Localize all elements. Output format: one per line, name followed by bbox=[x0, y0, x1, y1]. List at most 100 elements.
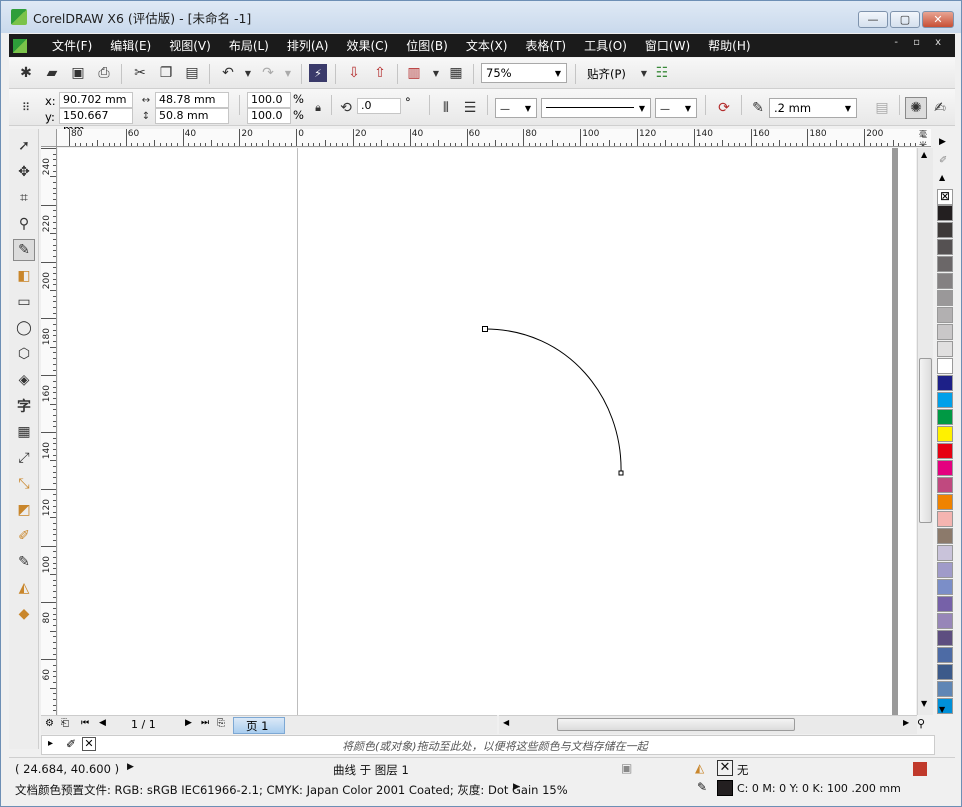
launcher-dropdown-icon[interactable]: ▼ bbox=[427, 64, 445, 82]
mirror-vertical-icon[interactable]: ☰ bbox=[461, 99, 479, 117]
shape-tool-icon[interactable]: ✥ bbox=[13, 161, 35, 183]
color-profile-info[interactable]: 文档颜色预置文件: RGB: sRGB IEC61966-2.1; CMYK: … bbox=[15, 782, 568, 798]
expand-icon[interactable]: ▶ bbox=[127, 762, 134, 772]
ruler-origin[interactable] bbox=[41, 129, 57, 147]
dimension-tool-icon[interactable]: ⤢ bbox=[13, 447, 35, 469]
no-fill-icon[interactable]: ✕ bbox=[717, 760, 733, 776]
no-color-swatch[interactable]: ⊠ bbox=[937, 189, 953, 205]
zoom-tool-icon[interactable]: ⚲ bbox=[13, 213, 35, 235]
no-color-swatch[interactable]: ✕ bbox=[82, 737, 96, 751]
first-page-icon[interactable]: ⏮ bbox=[81, 718, 89, 728]
curve-start-node[interactable] bbox=[482, 326, 488, 332]
color-swatch[interactable] bbox=[937, 579, 953, 595]
chevron-down-icon[interactable]: ▼ bbox=[552, 66, 564, 80]
scroll-left-icon[interactable]: ◀ bbox=[503, 718, 509, 727]
add-page-before-icon[interactable]: ⎗ bbox=[61, 718, 69, 729]
menu-edit[interactable]: 编辑(E) bbox=[101, 37, 160, 54]
last-page-icon[interactable]: ⏭ bbox=[201, 718, 209, 728]
color-swatch[interactable] bbox=[937, 426, 953, 442]
palette-menu-icon[interactable]: ▸ bbox=[48, 738, 53, 749]
display-icon[interactable]: ▣ bbox=[621, 761, 632, 775]
undo-icon[interactable]: ↶ bbox=[219, 64, 237, 82]
color-swatch[interactable] bbox=[937, 511, 953, 527]
menu-tools[interactable]: 工具(O) bbox=[575, 37, 636, 54]
table-tool-icon[interactable]: ▦ bbox=[13, 421, 35, 443]
height-field[interactable]: 50.8 mm bbox=[155, 108, 229, 124]
chevron-down-icon[interactable]: ▼ bbox=[682, 101, 694, 115]
palette-down-icon[interactable]: ▼ bbox=[939, 705, 945, 714]
search-content-icon[interactable]: ⚡ bbox=[309, 64, 327, 82]
lock-ratio-icon[interactable]: 🔒︎ bbox=[309, 99, 327, 117]
snap-to-button[interactable]: 贴齐(P) bbox=[587, 66, 626, 82]
close-button[interactable]: ✕ bbox=[922, 11, 954, 28]
color-swatch[interactable] bbox=[937, 460, 953, 476]
blend-tool-icon[interactable]: ◩ bbox=[13, 499, 35, 521]
menu-arrange[interactable]: 排列(A) bbox=[278, 37, 338, 54]
close-curve-icon[interactable]: ⟳ bbox=[715, 99, 733, 117]
scroll-right-icon[interactable]: ▶ bbox=[903, 718, 909, 727]
line-style-select[interactable]: ▼ bbox=[541, 98, 651, 118]
color-swatch[interactable] bbox=[937, 443, 953, 459]
new-icon[interactable]: ✱ bbox=[17, 64, 35, 82]
curve-object[interactable] bbox=[484, 328, 622, 474]
pick-tool-icon[interactable]: ➚ bbox=[13, 135, 35, 157]
scroll-down-icon[interactable]: ▼ bbox=[921, 699, 927, 708]
zoom-level-select[interactable]: 75% ▼ bbox=[481, 63, 567, 83]
color-swatch[interactable] bbox=[937, 545, 953, 561]
menu-window[interactable]: 窗口(W) bbox=[636, 37, 699, 54]
pen-tool-icon[interactable]: ✎ bbox=[13, 239, 35, 261]
add-page-after-icon[interactable]: ⎘ bbox=[217, 718, 225, 729]
color-swatch[interactable] bbox=[937, 307, 953, 323]
redo-dropdown-icon[interactable]: ▼ bbox=[279, 64, 297, 82]
color-swatch[interactable] bbox=[937, 494, 953, 510]
menu-table[interactable]: 表格(T) bbox=[516, 37, 575, 54]
smart-fill-icon[interactable]: ◧ bbox=[13, 265, 35, 287]
menu-file[interactable]: 文件(F) bbox=[43, 37, 101, 54]
start-arrowhead-select[interactable]: — ▼ bbox=[495, 98, 537, 118]
wrap-text-icon[interactable]: ▤ bbox=[873, 99, 891, 117]
color-swatch[interactable] bbox=[937, 375, 953, 391]
color-swatch[interactable] bbox=[937, 477, 953, 493]
zoom-navigator-icon[interactable]: ⚲ bbox=[917, 717, 925, 730]
vertical-scroll-thumb[interactable] bbox=[919, 358, 932, 523]
interactive-fill-icon[interactable]: ◆ bbox=[13, 603, 35, 625]
outline-width-select[interactable]: .2 mm ▼ bbox=[769, 98, 857, 118]
basic-shapes-icon[interactable]: ◈ bbox=[13, 369, 35, 391]
import-icon[interactable]: ⇩ bbox=[345, 64, 363, 82]
menu-layout[interactable]: 布局(L) bbox=[220, 37, 278, 54]
color-swatch[interactable] bbox=[937, 528, 953, 544]
maximize-button[interactable]: ▢ bbox=[890, 11, 920, 28]
color-swatch[interactable] bbox=[937, 409, 953, 425]
horizontal-scroll-thumb[interactable] bbox=[557, 718, 795, 731]
paste-icon[interactable]: ▤ bbox=[183, 64, 201, 82]
x-position-field[interactable]: 90.702 mm bbox=[59, 92, 133, 108]
color-swatch[interactable] bbox=[937, 392, 953, 408]
user-icon[interactable] bbox=[913, 762, 927, 776]
document-window-controls[interactable]: - ▫ x bbox=[894, 37, 947, 48]
color-swatch[interactable] bbox=[937, 596, 953, 612]
next-page-icon[interactable]: ▶ bbox=[185, 718, 192, 728]
previous-page-icon[interactable]: ◀ bbox=[99, 718, 106, 728]
color-swatch[interactable] bbox=[937, 562, 953, 578]
ellipse-tool-icon[interactable]: ◯ bbox=[13, 317, 35, 339]
snap-dropdown-icon[interactable]: ▼ bbox=[635, 64, 653, 82]
document-palette[interactable]: ▸ ✐ ✕ 将颜色(或对象)拖动至此处，以便将这些颜色与文档存储在一起 bbox=[41, 735, 935, 755]
cut-icon[interactable]: ✂ bbox=[131, 64, 149, 82]
fill-tool-icon[interactable]: ◭ bbox=[13, 577, 35, 599]
drawing-canvas[interactable] bbox=[58, 148, 916, 715]
eyedropper-icon[interactable]: ✐ bbox=[66, 737, 76, 751]
scale-y-field[interactable]: 100.0 bbox=[247, 108, 291, 124]
page-tab[interactable]: 页 1 bbox=[233, 717, 285, 734]
color-swatch[interactable] bbox=[937, 205, 953, 221]
page-options-icon[interactable]: ⚙ bbox=[45, 718, 54, 729]
eyedropper-tool-icon[interactable]: ✐ bbox=[13, 525, 35, 547]
color-swatch[interactable] bbox=[937, 341, 953, 357]
color-swatch[interactable] bbox=[937, 256, 953, 272]
outline-tool-icon[interactable]: ✎ bbox=[13, 551, 35, 573]
color-swatch[interactable] bbox=[937, 664, 953, 680]
palette-scroll-up-icon[interactable]: ▶ bbox=[939, 137, 946, 147]
menu-effects[interactable]: 效果(C) bbox=[337, 37, 397, 54]
menu-view[interactable]: 视图(V) bbox=[160, 37, 220, 54]
scale-x-field[interactable]: 100.0 bbox=[247, 92, 291, 108]
color-swatch[interactable] bbox=[937, 358, 953, 374]
